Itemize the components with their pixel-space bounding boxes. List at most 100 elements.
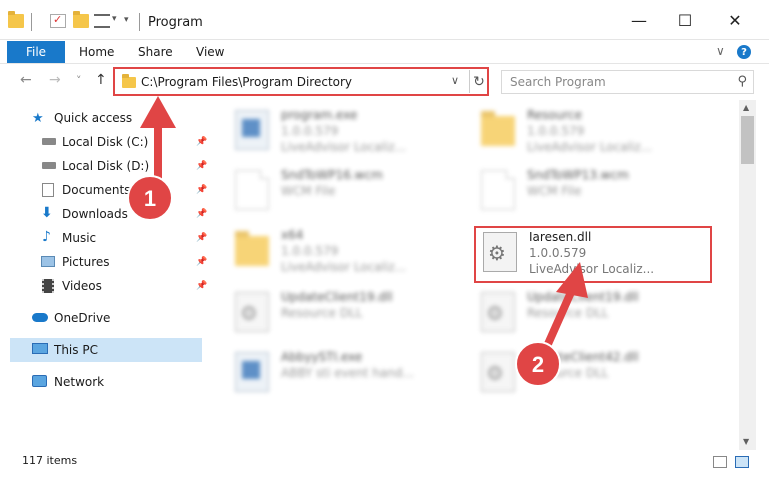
file-name: UpdateClient42.dll	[527, 350, 639, 364]
sidebar-item-label: Quick access	[54, 111, 133, 125]
exe-icon	[235, 110, 269, 150]
tab-share[interactable]: Share	[138, 45, 173, 59]
recent-locations-button[interactable]: ˅	[76, 74, 82, 87]
file-type: WCM File	[281, 184, 336, 198]
computer-icon	[32, 343, 48, 354]
scrollbar-thumb[interactable]	[741, 116, 754, 164]
file-item[interactable]: SndToWP13.wcm WCM File	[473, 164, 713, 220]
chevron-down-icon[interactable]: ∨	[451, 74, 459, 87]
sidebar-item-quick-access[interactable]: ★ Quick access	[10, 106, 202, 130]
ribbon: File Home Share View ∨ ?	[0, 40, 769, 64]
sidebar-item-label: Pictures	[62, 255, 110, 269]
vertical-scrollbar[interactable]: ▲ ▼	[739, 100, 756, 450]
refresh-button[interactable]: ↻	[469, 70, 488, 93]
search-box[interactable]: ⚲	[501, 70, 754, 94]
close-button[interactable]: ✕	[712, 0, 758, 40]
sidebar-item-videos[interactable]: Videos 📌	[10, 274, 207, 298]
forward-button[interactable]: →	[49, 72, 61, 88]
file-item[interactable]: SndToWP16.wcm WCM File	[227, 164, 467, 220]
search-input[interactable]	[502, 71, 722, 93]
gear-icon: ⚙	[240, 301, 258, 325]
sidebar-item-pictures[interactable]: Pictures 📌	[10, 250, 207, 274]
sidebar-item-label: Network	[54, 375, 105, 389]
file-item[interactable]: x64 1.0.0.579 LiveAdvisor Localiz...	[227, 224, 467, 280]
drive-icon	[42, 138, 56, 145]
file-description: LiveAdvisor Localiz...	[281, 140, 407, 154]
folder-icon	[235, 231, 269, 266]
folder-icon[interactable]	[8, 11, 24, 28]
tab-home[interactable]: Home	[79, 45, 114, 59]
file-name: Resource	[527, 108, 583, 122]
list-view-icon[interactable]	[94, 14, 110, 28]
folder-icon	[481, 111, 515, 146]
details-view-icon[interactable]	[713, 456, 727, 468]
sidebar-item-local-disk-c[interactable]: Local Disk (C:) 📌	[10, 130, 207, 154]
network-icon	[32, 375, 47, 387]
dll-icon: ⚙	[235, 292, 269, 332]
highlight-box	[474, 226, 712, 283]
sidebar-item-label: This PC	[54, 343, 98, 357]
file-type: Resource DLL	[281, 306, 363, 320]
title-bar: ✓ ▾ ▾ Program — ☐ ✕	[0, 0, 769, 40]
file-item[interactable]: program.exe 1.0.0.579 LiveAdvisor Locali…	[227, 104, 467, 160]
file-name: SndToWP13.wcm	[527, 168, 629, 182]
new-folder-icon[interactable]	[73, 11, 89, 28]
file-version: 1.0.0.579	[281, 244, 339, 258]
window-title: Program	[148, 15, 203, 30]
address-path[interactable]: C:\Program Files\Program Directory	[141, 75, 352, 89]
scroll-down-icon[interactable]: ▼	[743, 437, 749, 446]
document-icon	[235, 170, 269, 210]
file-item[interactable]: Resource 1.0.0.579 LiveAdvisor Localiz..…	[473, 104, 713, 160]
sidebar-item-music[interactable]: ♪ Music 📌	[10, 226, 207, 250]
file-name: AbbyySTI.exe	[281, 350, 363, 364]
star-icon: ★	[32, 111, 44, 126]
help-icon[interactable]: ?	[737, 45, 751, 59]
divider	[139, 13, 140, 31]
sidebar-item-local-disk-d[interactable]: Local Disk (D:) 📌	[10, 154, 207, 178]
document-icon	[481, 170, 515, 210]
gear-icon: ⚙	[486, 361, 504, 385]
sidebar-item-label: Downloads	[62, 207, 128, 221]
up-button[interactable]: ↑	[95, 72, 107, 88]
tiles-view-icon[interactable]	[735, 456, 749, 468]
videos-icon	[42, 279, 54, 293]
file-version: 1.0.0.579	[527, 124, 585, 138]
sidebar-item-label: Music	[62, 231, 97, 245]
file-type: WCM File	[527, 184, 582, 198]
item-count: 117 items	[22, 454, 78, 467]
sidebar-item-downloads[interactable]: ⬇ Downloads 📌	[10, 202, 207, 226]
back-button[interactable]: ←	[20, 72, 32, 88]
file-name: x64	[281, 228, 304, 242]
tab-file[interactable]: File	[7, 41, 65, 63]
tab-view[interactable]: View	[196, 45, 224, 59]
customize-toolbar-icon[interactable]: ▾	[124, 15, 140, 29]
minimize-button[interactable]: —	[616, 0, 662, 40]
file-description: LiveAdvisor Localiz...	[281, 260, 407, 274]
file-item[interactable]: ⚙ UpdateClient42.dll Resource DLL	[473, 346, 713, 402]
file-type: Resource DLL	[527, 366, 609, 380]
expand-ribbon-icon[interactable]: ∨	[716, 44, 725, 58]
gear-icon: ⚙	[486, 301, 504, 325]
sidebar-item-label: Documents	[62, 183, 131, 197]
file-item[interactable]: AbbyySTI.exe ABBY sti event hand...	[227, 346, 467, 402]
address-bar[interactable]: C:\Program Files\Program Directory ∨ ↻	[113, 67, 489, 96]
file-name: UpdateClient19.dll	[281, 290, 393, 304]
maximize-button[interactable]: ☐	[662, 0, 708, 40]
cloud-icon	[32, 313, 48, 322]
sidebar-item-label: OneDrive	[54, 311, 111, 325]
file-name: UpdateClient19.dll	[527, 290, 639, 304]
music-icon: ♪	[42, 229, 51, 245]
sidebar-item-onedrive[interactable]: OneDrive	[10, 306, 202, 330]
sidebar-item-network[interactable]: Network	[10, 370, 202, 394]
sidebar-item-this-pc[interactable]: This PC	[10, 338, 202, 362]
properties-icon[interactable]: ✓	[50, 13, 66, 28]
file-description: ABBY sti event hand...	[281, 366, 414, 380]
divider	[31, 13, 32, 31]
documents-icon	[42, 183, 54, 197]
scroll-up-icon[interactable]: ▲	[743, 103, 749, 112]
search-icon[interactable]: ⚲	[737, 74, 747, 89]
dll-icon: ⚙	[481, 292, 515, 332]
sidebar-item-documents[interactable]: Documents 📌	[10, 178, 207, 202]
file-item[interactable]: ⚙ UpdateClient19.dll Resource DLL	[227, 286, 467, 342]
file-item[interactable]: ⚙ UpdateClient19.dll Resource DLL	[473, 286, 713, 342]
